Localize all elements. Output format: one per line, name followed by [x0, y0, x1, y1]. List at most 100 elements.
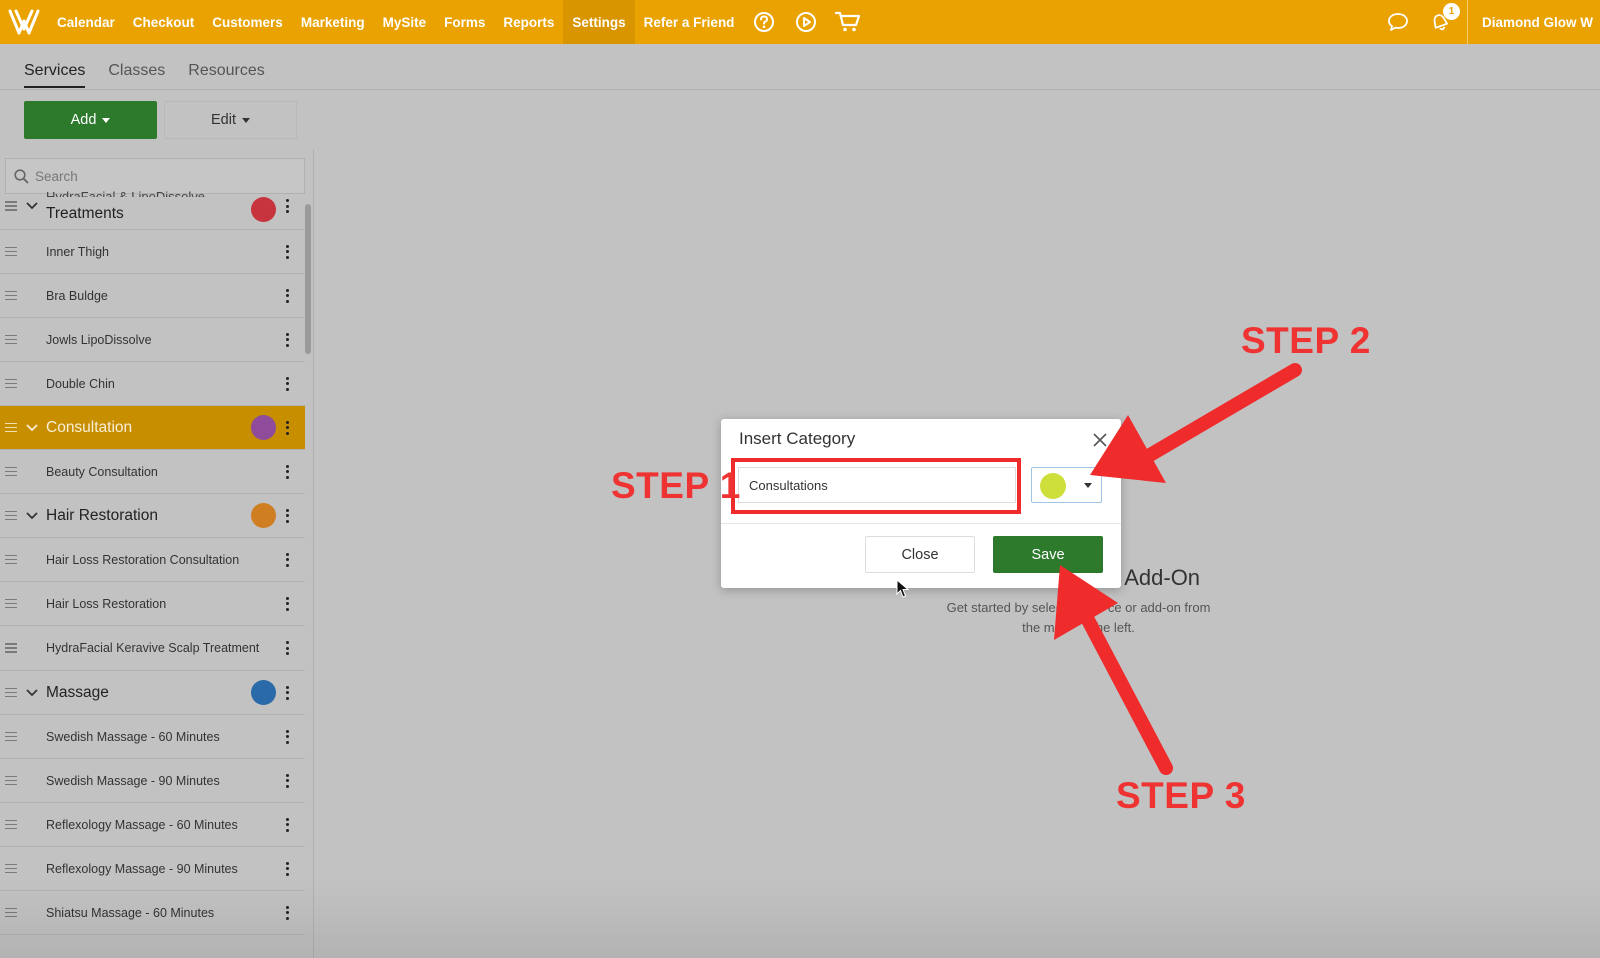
drag-handle-icon[interactable]	[5, 907, 17, 918]
service-row[interactable]: HydraFacial Keravive Scalp Treatment	[0, 626, 305, 671]
drag-handle-icon[interactable]	[5, 334, 17, 345]
drag-handle-icon[interactable]	[5, 554, 17, 565]
more-options-icon[interactable]	[284, 420, 290, 435]
drag-handle-icon[interactable]	[5, 422, 17, 433]
more-options-icon[interactable]	[284, 288, 290, 303]
service-row[interactable]: Reflexology Massage - 90 Minutes	[0, 847, 305, 891]
nav-item-calendar[interactable]: Calendar	[48, 0, 124, 44]
category-row[interactable]: Massage	[0, 671, 305, 715]
chevron-down-icon[interactable]	[26, 687, 38, 699]
more-options-icon[interactable]	[284, 861, 290, 876]
chevron-down-icon[interactable]	[26, 422, 38, 434]
service-row[interactable]: Hair Loss Restoration	[0, 582, 305, 626]
category-row[interactable]: Consultation	[0, 406, 305, 450]
nav-item-checkout[interactable]: Checkout	[124, 0, 204, 44]
business-name-menu[interactable]: Diamond Glow W	[1474, 15, 1600, 30]
caret-down-icon	[102, 117, 111, 123]
more-options-icon[interactable]	[284, 552, 290, 567]
services-list: HydraFacial & LipoDissolve Treatments In…	[0, 189, 305, 935]
more-options-icon[interactable]	[284, 332, 290, 347]
service-row[interactable]: Swedish Massage - 90 Minutes	[0, 759, 305, 803]
nav-item-customers[interactable]: Customers	[203, 0, 292, 44]
service-row[interactable]: Swedish Massage - 60 Minutes	[0, 715, 305, 759]
nav-divider	[1467, 0, 1468, 44]
more-options-icon[interactable]	[284, 641, 290, 655]
drag-handle-icon[interactable]	[5, 246, 17, 257]
service-row[interactable]: Double Chin	[0, 362, 305, 406]
nav-item-mysite[interactable]: MySite	[374, 0, 436, 44]
add-dropdown-button[interactable]: Add	[24, 101, 157, 139]
caret-down-icon	[1084, 483, 1092, 488]
drag-handle-icon[interactable]	[5, 643, 17, 653]
more-options-icon[interactable]	[284, 773, 290, 788]
save-button[interactable]: Save	[993, 536, 1103, 573]
modal-divider	[721, 523, 1121, 524]
more-options-icon[interactable]	[284, 199, 290, 213]
service-label: Double Chin	[46, 376, 115, 391]
edit-button-label: Edit	[211, 112, 236, 128]
drag-handle-icon[interactable]	[5, 598, 17, 609]
shopping-cart-icon[interactable]	[827, 0, 869, 44]
category-row[interactable]: Hair Restoration	[0, 494, 305, 538]
nav-item-settings[interactable]: Settings	[563, 0, 635, 44]
drag-handle-icon[interactable]	[5, 863, 17, 874]
tab-classes[interactable]: Classes	[108, 62, 165, 88]
more-options-icon[interactable]	[284, 464, 290, 479]
more-options-icon[interactable]	[284, 244, 290, 259]
chevron-down-icon[interactable]	[26, 200, 38, 212]
subtabs-divider	[0, 89, 1600, 90]
settings-subtabs: Services Classes Resources	[24, 62, 265, 88]
vagaro-logo-icon[interactable]	[0, 0, 48, 44]
help-icon[interactable]	[743, 0, 785, 44]
color-picker-dropdown[interactable]	[1031, 467, 1102, 503]
step3-arrow-icon	[1054, 565, 1173, 775]
nav-item-refer-a-friend[interactable]: Refer a Friend	[635, 0, 744, 44]
more-options-icon[interactable]	[284, 508, 290, 523]
service-label: Jowls LipoDissolve	[46, 332, 152, 347]
service-row[interactable]: Jowls LipoDissolve	[0, 318, 305, 362]
notifications-bell-icon[interactable]: 1	[1419, 0, 1461, 44]
drag-handle-icon[interactable]	[5, 378, 17, 389]
more-options-icon[interactable]	[284, 596, 290, 611]
nav-item-marketing[interactable]: Marketing	[292, 0, 374, 44]
drag-handle-icon[interactable]	[5, 510, 17, 521]
empty-state-text-d: he left.	[1095, 620, 1135, 635]
drag-handle-icon[interactable]	[5, 775, 17, 786]
drag-handle-icon[interactable]	[5, 731, 17, 742]
list-scrollbar[interactable]	[305, 204, 311, 354]
drag-handle-icon[interactable]	[5, 466, 17, 477]
service-label: Swedish Massage - 90 Minutes	[46, 773, 220, 788]
search-input[interactable]	[35, 168, 285, 184]
drag-handle-icon[interactable]	[5, 687, 17, 698]
close-button[interactable]: Close	[865, 536, 975, 573]
category-row[interactable]: HydraFacial & LipoDissolve Treatments	[0, 189, 305, 230]
service-row[interactable]: Shiatsu Massage - 60 Minutes	[0, 891, 305, 935]
more-options-icon[interactable]	[284, 817, 290, 832]
service-row[interactable]: Inner Thigh	[0, 230, 305, 274]
drag-handle-icon[interactable]	[5, 201, 17, 211]
nav-item-forms[interactable]: Forms	[435, 0, 494, 44]
edit-dropdown-button[interactable]: Edit	[164, 101, 297, 139]
close-icon[interactable]	[1093, 433, 1107, 447]
chevron-down-icon[interactable]	[26, 510, 38, 522]
more-options-icon[interactable]	[284, 376, 290, 391]
tab-resources[interactable]: Resources	[188, 62, 264, 88]
service-row[interactable]: Reflexology Massage - 60 Minutes	[0, 803, 305, 847]
service-row[interactable]: Bra Buldge	[0, 274, 305, 318]
more-options-icon[interactable]	[284, 905, 290, 920]
drag-handle-icon[interactable]	[5, 290, 17, 301]
service-row[interactable]: Beauty Consultation	[0, 450, 305, 494]
play-video-icon[interactable]	[785, 0, 827, 44]
service-row[interactable]: Hair Loss Restoration Consultation	[0, 538, 305, 582]
category-label-fragment: HydraFacial & LipoDissolve	[46, 189, 205, 197]
service-label: Inner Thigh	[46, 244, 110, 259]
empty-state-text-b: ce or add-on from	[1107, 600, 1211, 615]
more-options-icon[interactable]	[284, 729, 290, 744]
nav-item-reports[interactable]: Reports	[494, 0, 563, 44]
drag-handle-icon[interactable]	[5, 819, 17, 830]
service-label: Bra Buldge	[46, 288, 108, 303]
more-options-icon[interactable]	[284, 685, 290, 700]
step1-highlight-box	[731, 458, 1021, 514]
tab-services[interactable]: Services	[24, 62, 86, 88]
chat-icon[interactable]	[1377, 0, 1419, 44]
